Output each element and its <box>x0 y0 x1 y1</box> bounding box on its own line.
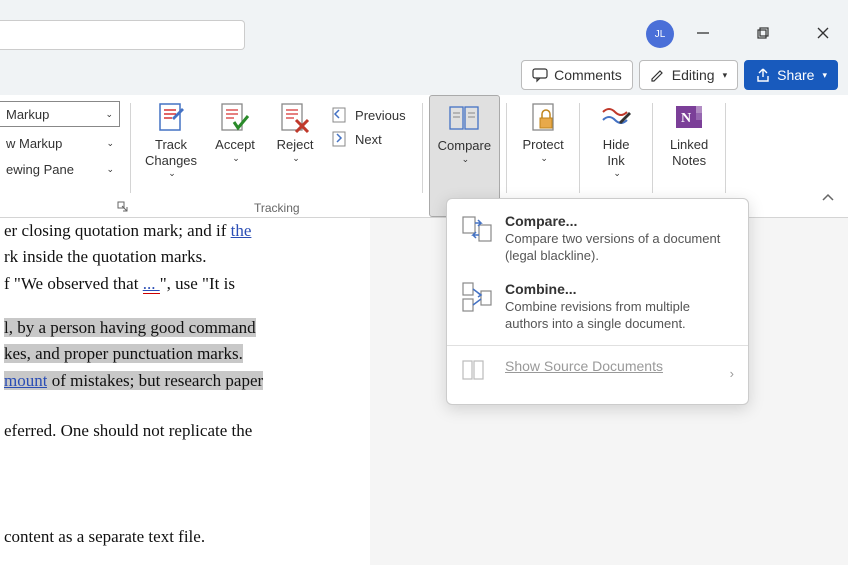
doc-line: l, by a person having good command <box>4 315 366 341</box>
combine-title: Combine... <box>505 281 734 297</box>
doc-line: eferred. One should not replicate the <box>4 418 366 444</box>
tracking-dialog-launcher[interactable] <box>117 201 129 213</box>
minimize-button[interactable] <box>688 18 718 48</box>
separator <box>130 103 131 193</box>
previous-label: Previous <box>355 108 406 123</box>
separator <box>579 103 580 193</box>
show-markup-label: w Markup <box>6 136 62 151</box>
show-source-menu-item: Show Source Documents › <box>447 350 748 398</box>
comment-icon <box>532 67 548 83</box>
doc-blank <box>4 297 366 315</box>
close-button[interactable] <box>808 18 838 48</box>
doc-line: rk inside the quotation marks. <box>4 244 366 270</box>
chevron-down-icon: ⌄ <box>106 138 114 149</box>
titlebar: JL <box>0 0 848 55</box>
changes-nav: Previous Next <box>325 95 416 217</box>
editing-label: Editing <box>672 67 715 83</box>
combine-docs-icon <box>461 281 493 313</box>
menu-separator <box>447 345 748 346</box>
doc-line: er closing quotation mark; and if the <box>4 218 366 244</box>
chevron-down-icon: ⌄ <box>540 153 548 164</box>
chevron-down-icon: ⌄ <box>292 153 300 164</box>
window-controls <box>688 18 838 48</box>
reviewing-pane-label: ewing Pane <box>6 162 74 177</box>
next-icon <box>331 130 349 148</box>
action-row: Comments Editing ▾ Share ▾ <box>0 55 848 95</box>
next-change-button[interactable]: Next <box>325 127 412 151</box>
share-icon <box>755 67 771 83</box>
comments-button[interactable]: Comments <box>521 60 633 90</box>
track-changes-icon <box>153 99 189 135</box>
reviewing-pane-button[interactable]: ewing Pane ⌄ <box>0 156 120 182</box>
avatar[interactable]: JL <box>646 20 674 48</box>
document-content[interactable]: er closing quotation mark; and if the rk… <box>0 218 370 565</box>
previous-change-button[interactable]: Previous <box>325 103 412 127</box>
svg-text:N: N <box>681 111 691 126</box>
compare-docs-icon <box>461 213 493 245</box>
maximize-button[interactable] <box>748 18 778 48</box>
share-label: Share <box>777 67 814 83</box>
chevron-down-icon: ⌄ <box>462 154 470 165</box>
chevron-down-icon: ▾ <box>723 70 728 81</box>
editing-button[interactable]: Editing ▾ <box>639 60 738 90</box>
doc-line: kes, and proper punctuation marks. <box>4 341 366 367</box>
track-changes-button[interactable]: Track Changes⌄ <box>137 95 205 217</box>
chevron-down-icon: ⌄ <box>106 164 114 175</box>
markup-select-label: Markup <box>6 107 49 122</box>
compare-description: Compare two versions of a document (lega… <box>505 231 734 265</box>
doc-blank <box>4 444 366 524</box>
hide-ink-label: Hide Ink <box>603 137 630 168</box>
source-docs-icon <box>461 358 493 390</box>
compare-menu-item[interactable]: Compare... Compare two versions of a doc… <box>447 205 748 273</box>
chevron-down-icon: ⌄ <box>232 153 240 164</box>
separator <box>652 103 653 193</box>
search-input[interactable] <box>0 20 245 50</box>
pencil-icon <box>650 67 666 83</box>
reject-button[interactable]: Reject⌄ <box>265 95 325 217</box>
linked-notes-label: Linked Notes <box>670 137 708 168</box>
doc-line: content as a separate text file. <box>4 524 366 550</box>
markup-options: Markup ⌄ w Markup ⌄ ewing Pane ⌄ <box>0 95 124 217</box>
accept-label: Accept <box>215 137 255 153</box>
doc-blank <box>4 394 366 418</box>
track-changes-label: Track Changes <box>145 137 197 168</box>
reject-icon <box>277 99 313 135</box>
protect-icon <box>525 99 561 135</box>
previous-icon <box>331 106 349 124</box>
protect-label: Protect <box>523 137 564 153</box>
comments-label: Comments <box>554 67 622 83</box>
show-markup-button[interactable]: w Markup ⌄ <box>0 130 120 156</box>
reject-label: Reject <box>277 137 314 153</box>
tracking-group-label: Tracking <box>254 201 300 215</box>
collapse-ribbon-button[interactable] <box>820 190 836 209</box>
next-label: Next <box>355 132 382 147</box>
share-button[interactable]: Share ▾ <box>744 60 838 90</box>
accept-icon <box>217 99 253 135</box>
compare-label: Compare <box>438 138 491 154</box>
compare-dropdown: Compare... Compare two versions of a doc… <box>446 198 749 405</box>
chevron-down-icon: ⌄ <box>105 109 113 120</box>
combine-menu-item[interactable]: Combine... Combine revisions from multip… <box>447 273 748 341</box>
separator <box>506 103 507 193</box>
doc-line: f "We observed that ... ", use "It is <box>4 271 366 297</box>
compare-title: Compare... <box>505 213 734 229</box>
ink-icon <box>598 99 634 135</box>
doc-line: mount of mistakes; but research paper <box>4 368 366 394</box>
chevron-right-icon: › <box>730 366 734 381</box>
markup-display-select[interactable]: Markup ⌄ <box>0 101 120 127</box>
onenote-icon: N <box>671 99 707 135</box>
show-source-label: Show Source Documents <box>505 358 718 374</box>
separator <box>422 103 423 193</box>
chevron-down-icon: ⌄ <box>168 168 176 179</box>
compare-icon <box>446 100 482 136</box>
chevron-down-icon: ▾ <box>822 70 827 81</box>
separator <box>725 103 726 193</box>
accept-button[interactable]: Accept⌄ <box>205 95 265 217</box>
combine-description: Combine revisions from multiple authors … <box>505 299 734 333</box>
chevron-down-icon: ⌄ <box>613 168 621 179</box>
